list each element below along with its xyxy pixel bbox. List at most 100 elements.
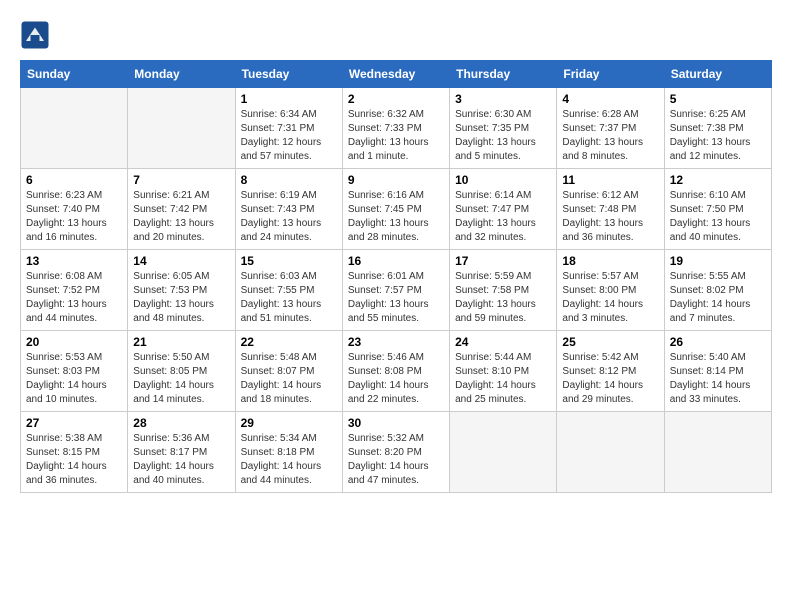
day-number: 13 — [26, 254, 122, 268]
calendar-day-cell: 30 Sunrise: 5:32 AM Sunset: 8:20 PM Dayli… — [342, 412, 449, 493]
calendar-day-cell: 10 Sunrise: 6:14 AM Sunset: 7:47 PM Dayli… — [450, 169, 557, 250]
calendar-day-cell: 26 Sunrise: 5:40 AM Sunset: 8:14 PM Dayli… — [664, 331, 771, 412]
day-info: Sunrise: 5:46 AM Sunset: 8:08 PM Dayligh… — [348, 351, 444, 407]
day-info: Sunrise: 6:19 AM Sunset: 7:43 PM Dayligh… — [241, 189, 337, 245]
calendar-day-cell: 4 Sunrise: 6:28 AM Sunset: 7:37 PM Daylig… — [557, 88, 664, 169]
calendar-day-cell: 8 Sunrise: 6:19 AM Sunset: 7:43 PM Daylig… — [235, 169, 342, 250]
calendar-day-cell: 2Sunrise: 6:32 AM Sunset: 7:33 PM Daylig… — [342, 88, 449, 169]
calendar-week-row: 1 Sunrise: 6:34 AM Sunset: 7:31 PM Daylig… — [21, 88, 772, 169]
calendar-day-cell: 9 Sunrise: 6:16 AM Sunset: 7:45 PM Daylig… — [342, 169, 449, 250]
calendar-day-cell — [21, 88, 128, 169]
day-info: Sunrise: 5:44 AM Sunset: 8:10 PM Dayligh… — [455, 351, 551, 407]
day-info: Sunrise: 6:05 AM Sunset: 7:53 PM Dayligh… — [133, 270, 229, 326]
calendar-week-row: 6 Sunrise: 6:23 AM Sunset: 7:40 PM Daylig… — [21, 169, 772, 250]
day-number: 20 — [26, 335, 122, 349]
day-number: 1 — [241, 92, 337, 106]
calendar-day-cell: 18 Sunrise: 5:57 AM Sunset: 8:00 PM Dayli… — [557, 250, 664, 331]
day-info: Sunrise: 5:40 AM Sunset: 8:14 PM Dayligh… — [670, 351, 766, 407]
calendar-day-cell: 5 Sunrise: 6:25 AM Sunset: 7:38 PM Daylig… — [664, 88, 771, 169]
day-number: 17 — [455, 254, 551, 268]
day-info: Sunrise: 6:14 AM Sunset: 7:47 PM Dayligh… — [455, 189, 551, 245]
calendar-day-cell: 29 Sunrise: 5:34 AM Sunset: 8:18 PM Dayli… — [235, 412, 342, 493]
calendar-week-row: 27Sunrise: 5:38 AM Sunset: 8:15 PM Dayli… — [21, 412, 772, 493]
day-number: 14 — [133, 254, 229, 268]
day-number: 10 — [455, 173, 551, 187]
day-info: Sunrise: 6:21 AM Sunset: 7:42 PM Dayligh… — [133, 189, 229, 245]
calendar-day-cell: 7 Sunrise: 6:21 AM Sunset: 7:42 PM Daylig… — [128, 169, 235, 250]
calendar-day-cell: 27Sunrise: 5:38 AM Sunset: 8:15 PM Dayli… — [21, 412, 128, 493]
day-of-week-header: Wednesday — [342, 61, 449, 88]
day-number: 25 — [562, 335, 658, 349]
day-info: Sunrise: 5:55 AM Sunset: 8:02 PM Dayligh… — [670, 270, 766, 326]
calendar-day-cell: 20 Sunrise: 5:53 AM Sunset: 8:03 PM Dayli… — [21, 331, 128, 412]
day-of-week-header: Saturday — [664, 61, 771, 88]
day-number: 19 — [670, 254, 766, 268]
calendar-day-cell: 3 Sunrise: 6:30 AM Sunset: 7:35 PM Daylig… — [450, 88, 557, 169]
day-info: Sunrise: 6:30 AM Sunset: 7:35 PM Dayligh… — [455, 108, 551, 164]
calendar-week-row: 13 Sunrise: 6:08 AM Sunset: 7:52 PM Dayli… — [21, 250, 772, 331]
page-header — [20, 20, 772, 50]
day-of-week-header: Friday — [557, 61, 664, 88]
day-number: 24 — [455, 335, 551, 349]
day-info: Sunrise: 6:03 AM Sunset: 7:55 PM Dayligh… — [241, 270, 337, 326]
day-info: Sunrise: 5:34 AM Sunset: 8:18 PM Dayligh… — [241, 432, 337, 488]
calendar-day-cell: 17 Sunrise: 5:59 AM Sunset: 7:58 PM Dayli… — [450, 250, 557, 331]
calendar-day-cell: 22 Sunrise: 5:48 AM Sunset: 8:07 PM Dayli… — [235, 331, 342, 412]
calendar-week-row: 20 Sunrise: 5:53 AM Sunset: 8:03 PM Dayli… — [21, 331, 772, 412]
day-number: 21 — [133, 335, 229, 349]
day-of-week-header: Thursday — [450, 61, 557, 88]
day-number: 4 — [562, 92, 658, 106]
calendar-day-cell: 24 Sunrise: 5:44 AM Sunset: 8:10 PM Dayli… — [450, 331, 557, 412]
calendar-day-cell: 13 Sunrise: 6:08 AM Sunset: 7:52 PM Dayli… — [21, 250, 128, 331]
calendar-day-cell: 11Sunrise: 6:12 AM Sunset: 7:48 PM Dayli… — [557, 169, 664, 250]
calendar-day-cell — [664, 412, 771, 493]
day-number: 7 — [133, 173, 229, 187]
day-info: Sunrise: 5:50 AM Sunset: 8:05 PM Dayligh… — [133, 351, 229, 407]
day-number: 15 — [241, 254, 337, 268]
day-number: 12 — [670, 173, 766, 187]
logo-icon — [20, 20, 50, 50]
day-info: Sunrise: 6:25 AM Sunset: 7:38 PM Dayligh… — [670, 108, 766, 164]
calendar-header-row: SundayMondayTuesdayWednesdayThursdayFrid… — [21, 61, 772, 88]
calendar-day-cell — [450, 412, 557, 493]
calendar-day-cell: 25 Sunrise: 5:42 AM Sunset: 8:12 PM Dayli… — [557, 331, 664, 412]
calendar-day-cell: 23 Sunrise: 5:46 AM Sunset: 8:08 PM Dayli… — [342, 331, 449, 412]
day-number: 3 — [455, 92, 551, 106]
calendar-day-cell — [557, 412, 664, 493]
day-number: 26 — [670, 335, 766, 349]
day-info: Sunrise: 5:57 AM Sunset: 8:00 PM Dayligh… — [562, 270, 658, 326]
day-info: Sunrise: 6:16 AM Sunset: 7:45 PM Dayligh… — [348, 189, 444, 245]
calendar-day-cell: 21 Sunrise: 5:50 AM Sunset: 8:05 PM Dayli… — [128, 331, 235, 412]
day-info: Sunrise: 5:48 AM Sunset: 8:07 PM Dayligh… — [241, 351, 337, 407]
day-info: Sunrise: 6:08 AM Sunset: 7:52 PM Dayligh… — [26, 270, 122, 326]
calendar-day-cell: 16Sunrise: 6:01 AM Sunset: 7:57 PM Dayli… — [342, 250, 449, 331]
day-info: Sunrise: 5:42 AM Sunset: 8:12 PM Dayligh… — [562, 351, 658, 407]
day-number: 8 — [241, 173, 337, 187]
calendar-day-cell: 28Sunrise: 5:36 AM Sunset: 8:17 PM Dayli… — [128, 412, 235, 493]
day-info: Sunrise: 6:28 AM Sunset: 7:37 PM Dayligh… — [562, 108, 658, 164]
day-info: Sunrise: 6:01 AM Sunset: 7:57 PM Dayligh… — [348, 270, 444, 326]
calendar-day-cell: 6 Sunrise: 6:23 AM Sunset: 7:40 PM Daylig… — [21, 169, 128, 250]
day-of-week-header: Monday — [128, 61, 235, 88]
day-info: Sunrise: 6:34 AM Sunset: 7:31 PM Dayligh… — [241, 108, 337, 164]
day-info: Sunrise: 5:36 AM Sunset: 8:17 PM Dayligh… — [133, 432, 229, 488]
day-number: 22 — [241, 335, 337, 349]
day-info: Sunrise: 6:23 AM Sunset: 7:40 PM Dayligh… — [26, 189, 122, 245]
calendar: SundayMondayTuesdayWednesdayThursdayFrid… — [20, 60, 772, 493]
day-info: Sunrise: 6:32 AM Sunset: 7:33 PM Dayligh… — [348, 108, 444, 164]
day-number: 30 — [348, 416, 444, 430]
day-number: 5 — [670, 92, 766, 106]
day-info: Sunrise: 5:53 AM Sunset: 8:03 PM Dayligh… — [26, 351, 122, 407]
day-info: Sunrise: 6:10 AM Sunset: 7:50 PM Dayligh… — [670, 189, 766, 245]
logo — [20, 20, 54, 50]
day-number: 23 — [348, 335, 444, 349]
day-info: Sunrise: 5:59 AM Sunset: 7:58 PM Dayligh… — [455, 270, 551, 326]
day-number: 9 — [348, 173, 444, 187]
day-number: 18 — [562, 254, 658, 268]
day-number: 6 — [26, 173, 122, 187]
day-number: 29 — [241, 416, 337, 430]
calendar-day-cell: 19 Sunrise: 5:55 AM Sunset: 8:02 PM Dayli… — [664, 250, 771, 331]
calendar-day-cell: 14 Sunrise: 6:05 AM Sunset: 7:53 PM Dayli… — [128, 250, 235, 331]
day-info: Sunrise: 5:32 AM Sunset: 8:20 PM Dayligh… — [348, 432, 444, 488]
day-info: Sunrise: 5:38 AM Sunset: 8:15 PM Dayligh… — [26, 432, 122, 488]
